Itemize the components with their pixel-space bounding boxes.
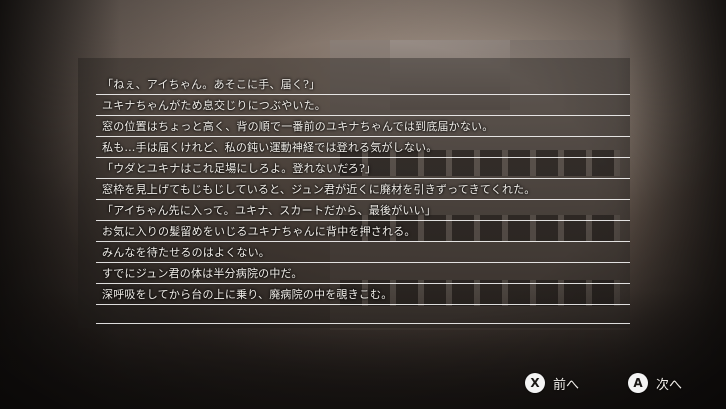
backlog-line-text: 「ウダとユキナはこれ足場にしろよ。登れないだろ?」: [102, 162, 377, 175]
backlog-line-text: 窓の位置はちょっと高く、背の順で一番前のユキナちゃんでは到底届かない。: [102, 120, 494, 133]
backlog-line: 深呼吸をしてから台の上に乗り、廃病院の中を覗きこむ。: [96, 284, 630, 305]
backlog-line: 「ウダとユキナはこれ足場にしろよ。登れないだろ?」: [96, 158, 630, 179]
backlog-line-text: お気に入りの髪留めをいじるユキナちゃんに背中を押される。: [102, 225, 416, 238]
backlog-line: ユキナちゃんがため息交じりにつぶやいた。: [96, 95, 630, 116]
backlog-divider: [96, 323, 630, 324]
prev-button[interactable]: X 前へ: [525, 372, 579, 394]
backlog-line-text: 「ねぇ、アイちゃん。あそこに手、届く?」: [102, 78, 321, 91]
x-button-icon: X: [525, 373, 545, 393]
backlog-line: 「ねぇ、アイちゃん。あそこに手、届く?」: [96, 74, 630, 95]
game-screen: 「ねぇ、アイちゃん。あそこに手、届く?」 ユキナちゃんがため息交じりにつぶやいた…: [0, 0, 726, 409]
backlog-line: 私も…手は届くけれど、私の鈍い運動神経では登れる気がしない。: [96, 137, 630, 158]
next-button[interactable]: A 次へ: [628, 372, 682, 394]
backlog-line-text: 深呼吸をしてから台の上に乗り、廃病院の中を覗きこむ。: [102, 288, 393, 301]
prev-label: 前へ: [553, 377, 580, 393]
backlog-line: 「アイちゃん先に入って。ユキナ、スカートだから、最後がいい」: [96, 200, 630, 221]
backlog-line: お気に入りの髪留めをいじるユキナちゃんに背中を押される。: [96, 221, 630, 242]
backlog-line: 窓枠を見上げてもじもじしていると、ジュン君が近くに廃材を引きずってきてくれた。: [96, 179, 630, 200]
backlog-line-text: みんなを待たせるのはよくない。: [102, 246, 270, 259]
backlog-line: すでにジュン君の体は半分病院の中だ。: [96, 263, 630, 284]
backlog-line: みんなを待たせるのはよくない。: [96, 242, 630, 263]
backlog-line-text: 窓枠を見上げてもじもじしていると、ジュン君が近くに廃材を引きずってきてくれた。: [102, 183, 536, 196]
a-button-icon: A: [628, 373, 648, 393]
backlog-line-text: 「アイちゃん先に入って。ユキナ、スカートだから、最後がいい」: [102, 204, 437, 217]
next-label: 次へ: [656, 377, 683, 393]
backlog-line: 窓の位置はちょっと高く、背の順で一番前のユキナちゃんでは到底届かない。: [96, 116, 630, 137]
backlog-line-text: すでにジュン君の体は半分病院の中だ。: [102, 267, 303, 280]
backlog-line-text: ユキナちゃんがため息交じりにつぶやいた。: [102, 99, 326, 112]
backlog-line-text: 私も…手は届くけれど、私の鈍い運動神経では登れる気がしない。: [102, 141, 438, 154]
